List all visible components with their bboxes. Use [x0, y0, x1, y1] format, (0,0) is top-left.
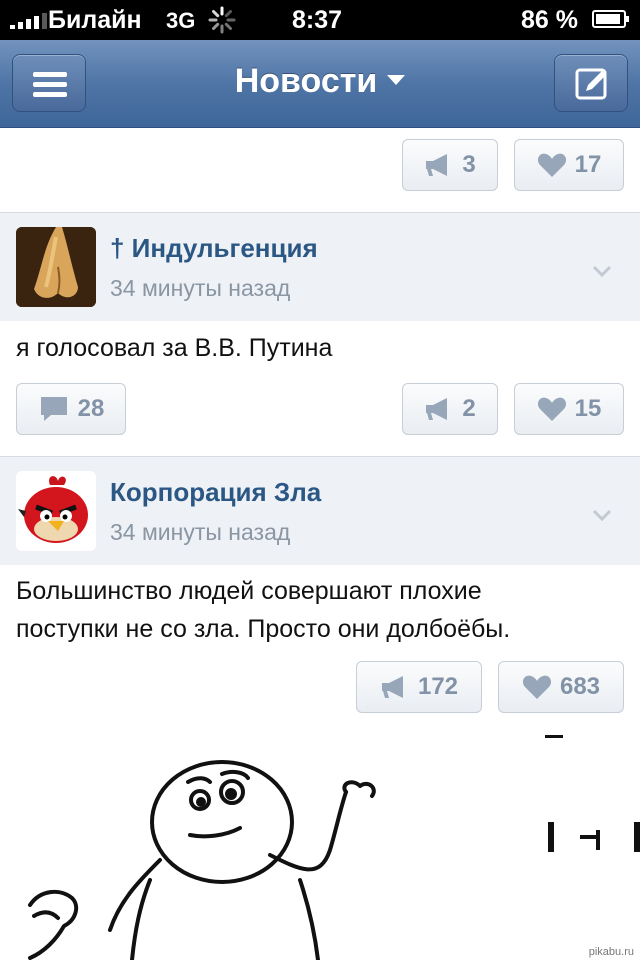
like-button[interactable]: 17: [514, 139, 624, 191]
post-image[interactable]: [0, 730, 640, 960]
avatar-image: [16, 227, 96, 307]
chevron-down-icon[interactable]: [592, 509, 612, 521]
dropdown-caret-icon: [387, 75, 406, 86]
angry-bird-avatar: [16, 471, 96, 551]
post-header[interactable]: Корпорация Зла 34 минуты назад: [0, 456, 640, 565]
navigation-bar: Новости: [0, 40, 640, 128]
heart-icon: [522, 675, 552, 699]
megaphone-icon: [426, 154, 448, 176]
chevron-down-icon[interactable]: [592, 265, 612, 277]
post-text-line: Большинство людей совершают плохие: [16, 577, 482, 605]
page-title: Новости: [234, 62, 378, 100]
post-time: 34 минуты назад: [110, 275, 291, 301]
carrier-label: Билайн: [48, 6, 142, 34]
avatar[interactable]: [16, 227, 96, 307]
post-text: я голосовал за В.В. Путина: [16, 334, 333, 362]
post-text-line: поступки не со зла. Просто они долбоёбы.: [16, 615, 511, 643]
like-count: 17: [574, 151, 602, 178]
feed-title-dropdown[interactable]: Новости: [0, 62, 640, 101]
repost-button[interactable]: 2: [402, 383, 498, 435]
repost-count: 3: [462, 151, 476, 178]
avatar[interactable]: [16, 471, 96, 551]
like-button[interactable]: 15: [514, 383, 624, 435]
watermark: pikabu.ru: [588, 946, 634, 958]
network-label: 3G: [166, 8, 196, 33]
like-button[interactable]: 683: [498, 661, 624, 713]
comment-button[interactable]: 28: [16, 383, 126, 435]
repost-button[interactable]: 172: [356, 661, 482, 713]
post-author[interactable]: † Индульгенция: [110, 233, 318, 264]
post-author[interactable]: Корпорация Зла: [110, 477, 321, 508]
status-bar: Билайн 3G 8:37 86 %: [0, 0, 640, 40]
heart-icon: [537, 397, 566, 421]
activity-spinner-icon: [208, 6, 236, 34]
megaphone-icon: [381, 676, 403, 698]
compose-icon: [575, 68, 607, 100]
megaphone-icon: [426, 398, 448, 420]
post-header[interactable]: † Индульгенция 34 минуты назад: [0, 212, 640, 321]
signal-icon: [10, 13, 47, 29]
repost-button[interactable]: 3: [402, 139, 498, 191]
repost-count: 2: [462, 395, 476, 422]
comment-icon: [40, 397, 67, 421]
comment-count: 28: [77, 395, 105, 422]
heart-icon: [537, 153, 566, 177]
post-time: 34 минуты назад: [110, 519, 291, 545]
clock: 8:37: [292, 6, 343, 34]
compose-button[interactable]: [554, 54, 628, 112]
like-count: 683: [559, 673, 601, 700]
battery-percent: 86 %: [521, 6, 578, 34]
like-count: 15: [574, 395, 602, 422]
post-text: Большинство людей совершают плохие посту…: [16, 572, 626, 648]
repost-count: 172: [417, 673, 459, 700]
battery-icon: [592, 10, 629, 28]
